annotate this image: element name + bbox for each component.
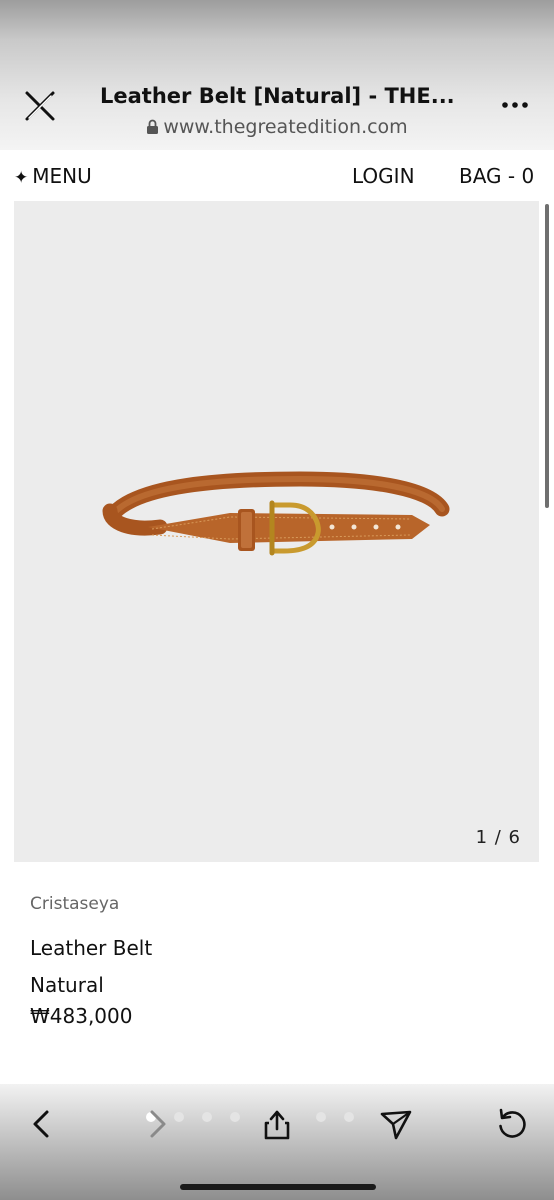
- lock-icon: [146, 118, 159, 140]
- product-brand[interactable]: Cristaseya: [30, 894, 119, 914]
- menu-label: MENU: [32, 164, 92, 188]
- product-name-line1: Leather Belt: [30, 936, 153, 960]
- more-button[interactable]: [502, 96, 528, 109]
- bag-link[interactable]: BAG - 0: [459, 164, 534, 188]
- forward-button[interactable]: [138, 1104, 178, 1144]
- browser-bottom-toolbar: [0, 1084, 554, 1200]
- back-button[interactable]: [22, 1104, 62, 1144]
- page-scrollbar[interactable]: [545, 204, 549, 508]
- more-icon: [502, 102, 528, 108]
- url-bar[interactable]: www.thegreatedition.com: [100, 116, 454, 140]
- send-button[interactable]: [376, 1104, 416, 1144]
- dot: [344, 1112, 354, 1122]
- dot: [230, 1112, 240, 1122]
- site-header: ✦ MENU LOGIN BAG - 0: [0, 150, 554, 200]
- product-image-gallery[interactable]: 1 / 6: [14, 201, 539, 862]
- product-price: ₩483,000: [30, 1004, 133, 1028]
- reload-icon: [499, 1108, 526, 1138]
- close-button[interactable]: [22, 88, 58, 124]
- browser-top-bar: Leather Belt [Natural] - THE... www.theg…: [0, 0, 554, 150]
- reload-button[interactable]: [492, 1104, 532, 1144]
- url-text: www.thegreatedition.com: [163, 116, 408, 138]
- page-title: Leather Belt [Natural] - THE...: [100, 84, 454, 108]
- back-icon: [33, 1110, 49, 1138]
- share-button[interactable]: [257, 1104, 297, 1144]
- close-icon: [25, 91, 55, 121]
- send-icon: [380, 1110, 412, 1140]
- menu-button[interactable]: ✦ MENU: [14, 164, 92, 188]
- image-counter: 1 / 6: [475, 827, 521, 848]
- forward-icon: [150, 1110, 166, 1138]
- dot: [316, 1112, 326, 1122]
- share-icon: [264, 1110, 290, 1140]
- belt-image: [102, 471, 450, 556]
- star-icon: ✦: [14, 168, 29, 188]
- home-indicator[interactable]: [180, 1184, 376, 1190]
- login-link[interactable]: LOGIN: [352, 164, 415, 188]
- dot: [202, 1112, 212, 1122]
- product-name: Leather Belt Natural: [30, 930, 152, 1004]
- product-name-line2: Natural: [30, 973, 104, 997]
